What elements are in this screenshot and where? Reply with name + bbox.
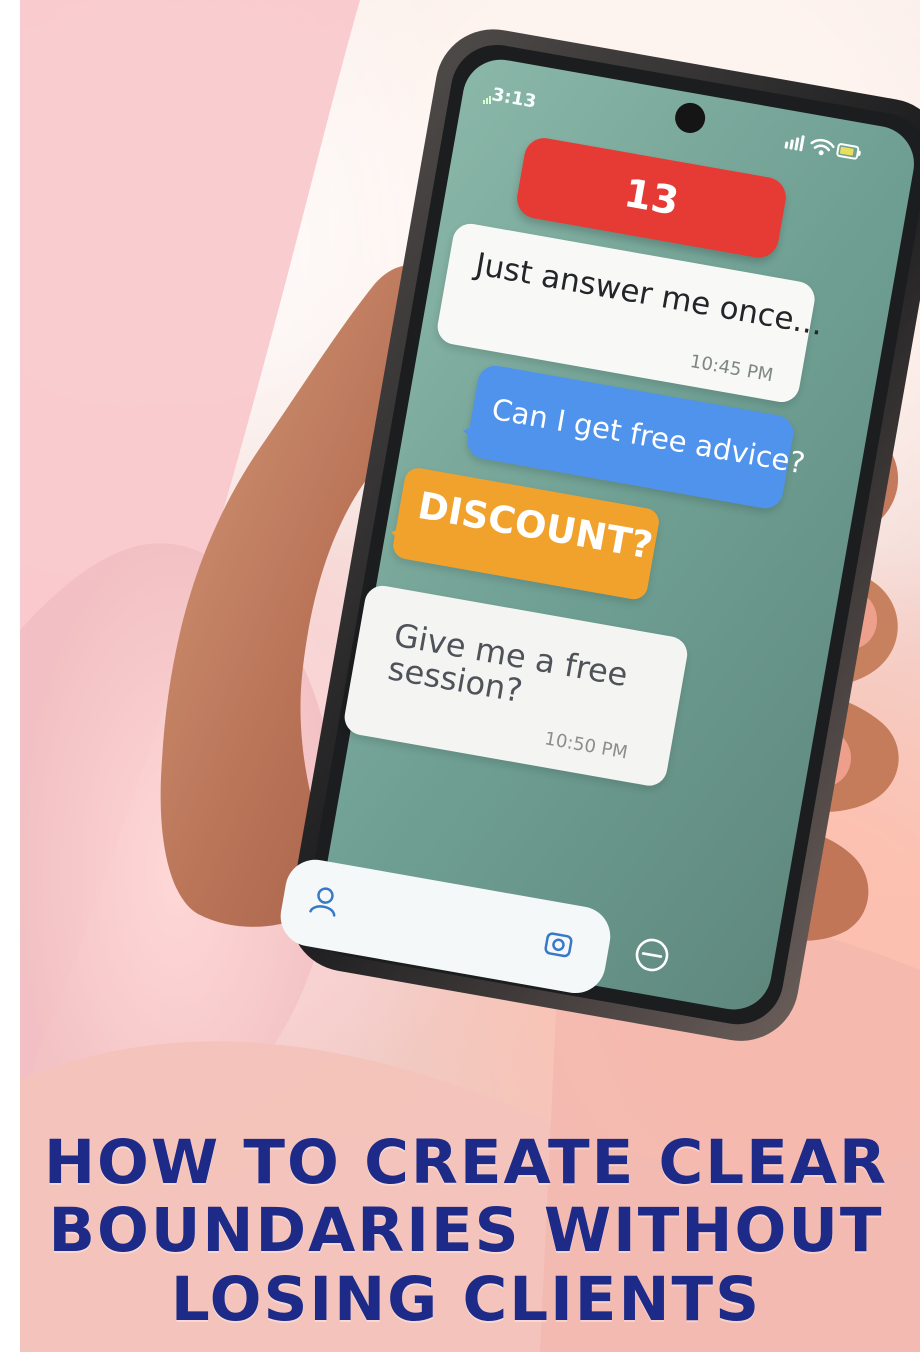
status-icons — [781, 129, 866, 167]
wifi-icon — [810, 138, 835, 156]
message-input-bar[interactable] — [275, 855, 616, 998]
message-input-bar-bg — [275, 855, 616, 998]
headline-line-2: BOUNDARIES WITHOUT — [48, 1195, 884, 1267]
status-time-text: 3:13 — [490, 84, 538, 113]
page-headline: HOW TO CREATE CLEAR BOUNDARIES WITHOUT L… — [22, 1127, 910, 1335]
emoji-icon[interactable] — [629, 932, 675, 978]
message-bubble-2-tail — [461, 419, 483, 444]
battery-icon — [836, 143, 861, 160]
headline-line-1: HOW TO CREATE CLEAR — [43, 1127, 889, 1199]
headline-line-3: LOSING CLIENTS — [170, 1263, 762, 1335]
cellular-bars-icon — [784, 135, 805, 152]
camera-icon[interactable] — [540, 924, 582, 966]
message-bubble-3: DISCOUNT? — [389, 466, 662, 602]
message-bubble-4: Give me a free session? 10:50 PM — [341, 583, 691, 789]
cell-signal-icon — [482, 90, 494, 104]
photo-scene: 3:13 13 Just answer me once... 10:45 PM … — [0, 0, 920, 1352]
user-icon[interactable] — [305, 882, 344, 921]
status-time: 3:13 — [490, 84, 572, 118]
